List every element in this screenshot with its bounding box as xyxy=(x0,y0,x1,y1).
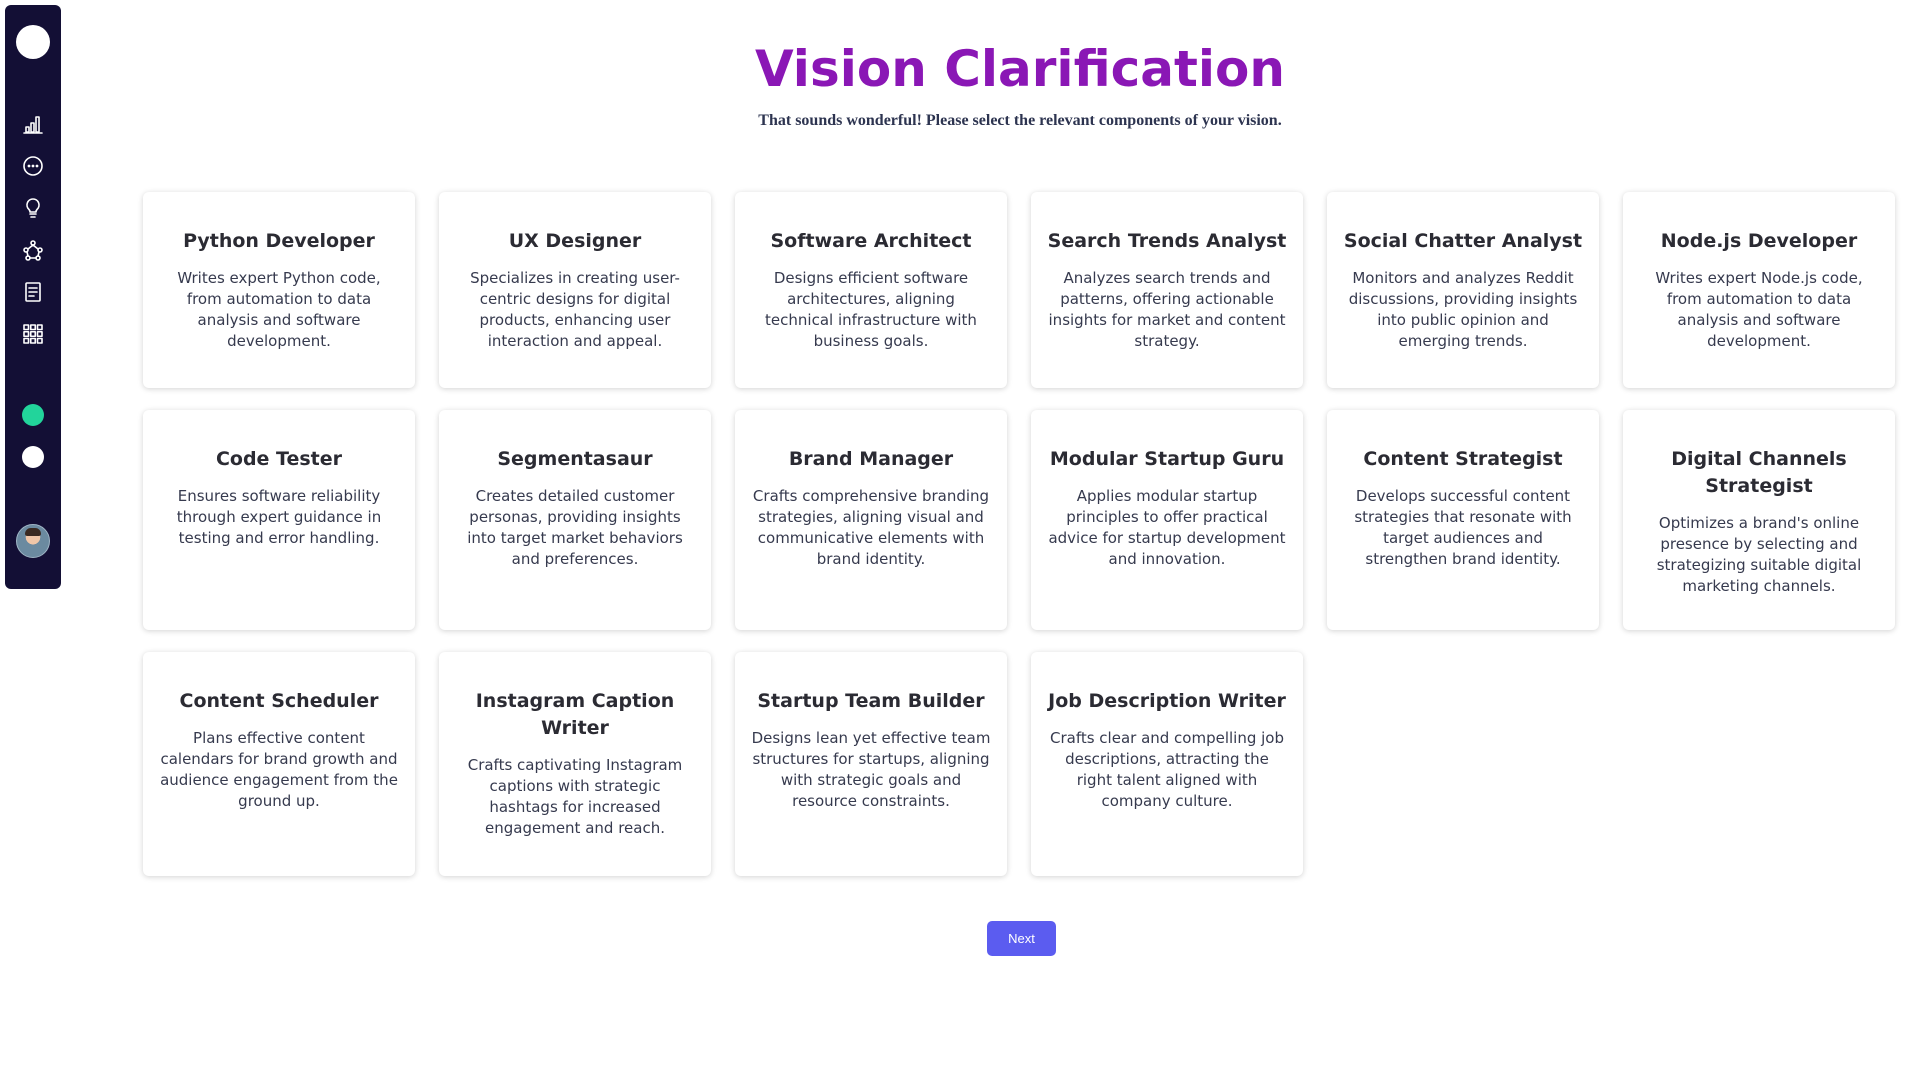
component-card[interactable]: UX Designer Specializes in creating user-… xyxy=(439,192,711,388)
component-card[interactable]: Brand Manager Crafts comprehensive brandi… xyxy=(735,410,1007,630)
component-card[interactable]: Job Description Writer Crafts clear and c… xyxy=(1031,652,1303,876)
card-description: Develops successful content strategies t… xyxy=(1354,487,1572,568)
card-title: Brand Manager xyxy=(788,448,954,470)
component-card[interactable]: Modular Startup Guru Applies modular star… xyxy=(1031,410,1303,630)
grid-apps-icon xyxy=(20,321,46,347)
card-description: Specializes in creating user-centric des… xyxy=(470,269,680,350)
component-card[interactable]: Code Tester Ensures software reliability … xyxy=(143,410,415,630)
page-subtitle: That sounds wonderful! Please select the… xyxy=(758,112,1282,129)
page-title: Vision Clarification xyxy=(754,40,1285,98)
component-card[interactable]: Node.js Developer Writes expert Node.js c… xyxy=(1623,192,1895,388)
sidebar-item-apps[interactable] xyxy=(5,321,61,347)
card-description: Ensures software reliability through exp… xyxy=(176,487,382,547)
card-description: Designs lean yet effective team structur… xyxy=(751,729,991,810)
green-status-dot xyxy=(22,404,44,426)
card-description: Crafts comprehensive branding strategies… xyxy=(752,487,990,568)
card-title: Segmentasaur xyxy=(497,448,653,470)
white-status-dot xyxy=(22,446,44,468)
lightbulb-icon xyxy=(20,195,46,221)
component-card[interactable]: Digital Channels Strategist Optimizes a b… xyxy=(1623,410,1895,630)
status-online-indicator[interactable] xyxy=(5,404,61,426)
card-title: Modular Startup Guru xyxy=(1049,448,1285,470)
card-description: Crafts captivating Instagram captions wi… xyxy=(467,756,683,837)
card-title: Job Description Writer xyxy=(1048,690,1286,712)
status-idle-indicator[interactable] xyxy=(5,446,61,468)
next-button[interactable]: Next xyxy=(987,921,1056,956)
card-title: Code Tester xyxy=(215,448,343,470)
component-card[interactable]: Content Scheduler Plans effective content… xyxy=(143,652,415,876)
card-description: Crafts clear and compelling job descript… xyxy=(1049,729,1285,810)
card-title: UX Designer xyxy=(508,230,642,252)
card-description: Creates detailed customer personas, prov… xyxy=(467,487,683,568)
card-title: Social Chatter Analyst xyxy=(1343,230,1583,252)
card-description: Plans effective content calendars for br… xyxy=(160,729,398,810)
vision-components-grid: Python Developer Writes expert Python cod… xyxy=(143,192,1905,876)
sidebar-item-network[interactable] xyxy=(5,237,61,263)
card-title: Content Strategist xyxy=(1363,448,1563,470)
chat-bubble-icon xyxy=(20,153,46,179)
component-card[interactable]: Segmentasaur Creates detailed customer pe… xyxy=(439,410,711,630)
card-description: Monitors and analyzes Reddit discussions… xyxy=(1348,269,1578,350)
sidebar-item-chat[interactable] xyxy=(5,153,61,179)
sidebar-item-ideas[interactable] xyxy=(5,195,61,221)
card-description: Writes expert Python code, from automati… xyxy=(177,269,381,350)
card-description: Designs efficient software architectures… xyxy=(765,269,977,350)
card-description: Optimizes a brand's online presence by s… xyxy=(1656,514,1862,595)
card-title: Digital Channels Strategist xyxy=(1671,448,1847,497)
avatar xyxy=(16,524,50,558)
card-title: Node.js Developer xyxy=(1660,230,1858,252)
card-title: Startup Team Builder xyxy=(757,690,985,712)
card-description: Applies modular startup principles to of… xyxy=(1048,487,1286,568)
card-description: Analyzes search trends and patterns, off… xyxy=(1048,269,1286,350)
component-card[interactable]: Search Trends Analyst Analyzes search tre… xyxy=(1031,192,1303,388)
component-card[interactable]: Software Architect Designs efficient soft… xyxy=(735,192,1007,388)
user-profile[interactable] xyxy=(5,524,61,558)
card-title: Python Developer xyxy=(183,230,375,252)
card-title: Content Scheduler xyxy=(179,690,379,712)
component-card[interactable]: Python Developer Writes expert Python cod… xyxy=(143,192,415,388)
card-title: Search Trends Analyst xyxy=(1047,230,1287,252)
card-title: Instagram Caption Writer xyxy=(475,690,675,739)
card-description: Writes expert Node.js code, from automat… xyxy=(1655,269,1863,350)
component-card[interactable]: Startup Team Builder Designs lean yet eff… xyxy=(735,652,1007,876)
component-card[interactable]: Content Strategist Develops successful co… xyxy=(1327,410,1599,630)
component-card[interactable]: Social Chatter Analyst Monitors and analy… xyxy=(1327,192,1599,388)
component-card[interactable]: Instagram Caption Writer Crafts captivati… xyxy=(439,652,711,876)
document-list-icon xyxy=(20,279,46,305)
network-icon xyxy=(20,237,46,263)
sidebar-item-documents[interactable] xyxy=(5,279,61,305)
card-title: Software Architect xyxy=(770,230,972,252)
